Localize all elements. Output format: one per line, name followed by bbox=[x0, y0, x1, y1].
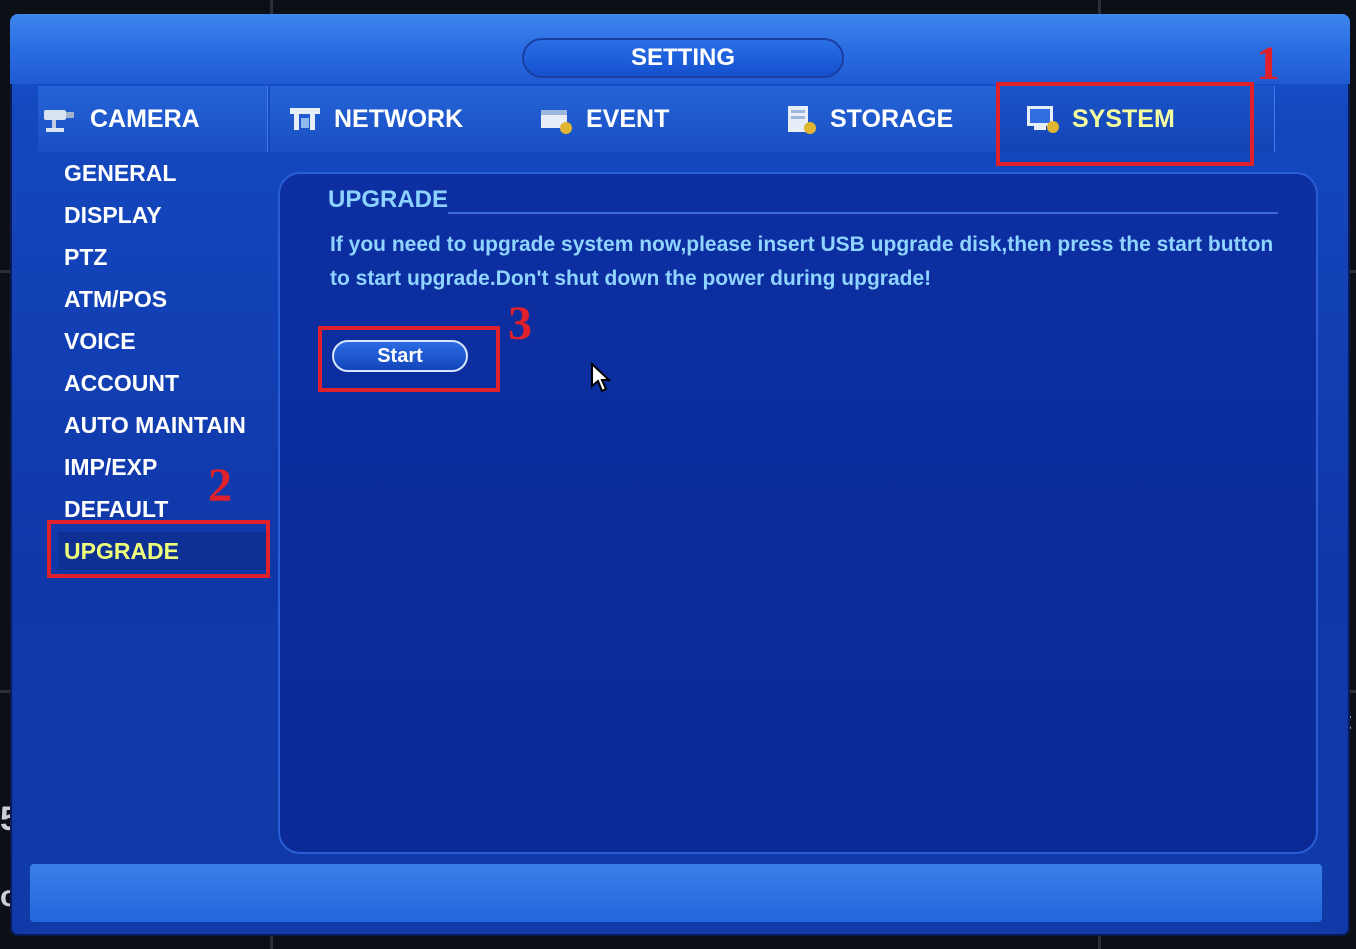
tab-network[interactable]: NETWORK bbox=[270, 86, 521, 152]
storage-icon bbox=[782, 104, 820, 134]
annotation-box-upgrade bbox=[47, 520, 270, 578]
sidebar-item-voice[interactable]: VOICE bbox=[58, 322, 268, 360]
annotation-box-system bbox=[996, 82, 1254, 166]
tab-storage[interactable]: STORAGE bbox=[750, 86, 1023, 152]
tab-event[interactable]: EVENT bbox=[510, 86, 773, 152]
window-title: SETTING bbox=[522, 38, 844, 78]
event-icon bbox=[538, 104, 576, 134]
sidebar-item-auto-maintain[interactable]: AUTO MAINTAIN bbox=[58, 406, 268, 444]
sidebar-item-display[interactable]: DISPLAY bbox=[58, 196, 268, 234]
sidebar-item-ptz[interactable]: PTZ bbox=[58, 238, 268, 276]
sidebar-item-account[interactable]: ACCOUNT bbox=[58, 364, 268, 402]
annotation-number-2: 2 bbox=[208, 459, 232, 512]
annotation-box-start bbox=[318, 326, 500, 392]
sidebar-item-general[interactable]: GENERAL bbox=[58, 154, 268, 192]
tab-event-label: EVENT bbox=[586, 104, 670, 133]
tab-camera-label: CAMERA bbox=[90, 104, 200, 133]
tab-camera[interactable]: CAMERA bbox=[38, 86, 268, 152]
network-icon bbox=[286, 104, 324, 134]
panel-title: UPGRADE bbox=[328, 186, 449, 213]
title-divider bbox=[448, 212, 1278, 214]
upgrade-instructions: If you need to upgrade system now,please… bbox=[330, 233, 1274, 290]
tab-storage-label: STORAGE bbox=[830, 104, 954, 133]
sidebar: GENERAL DISPLAY PTZ ATM/POS VOICE ACCOUN… bbox=[10, 154, 278, 854]
tab-network-label: NETWORK bbox=[334, 104, 464, 133]
camera-icon bbox=[42, 104, 80, 134]
sidebar-item-atm-pos[interactable]: ATM/POS bbox=[58, 280, 268, 318]
annotation-number-3: 3 bbox=[508, 297, 532, 350]
mouse-cursor-icon bbox=[591, 362, 612, 393]
sidebar-item-imp-exp[interactable]: IMP/EXP bbox=[58, 448, 268, 486]
annotation-number-1: 1 bbox=[1256, 37, 1280, 90]
title-bar: SETTING bbox=[10, 14, 1350, 84]
upgrade-panel: UPGRADE If you need to upgrade system no… bbox=[278, 172, 1318, 854]
bottom-bar bbox=[30, 864, 1322, 922]
